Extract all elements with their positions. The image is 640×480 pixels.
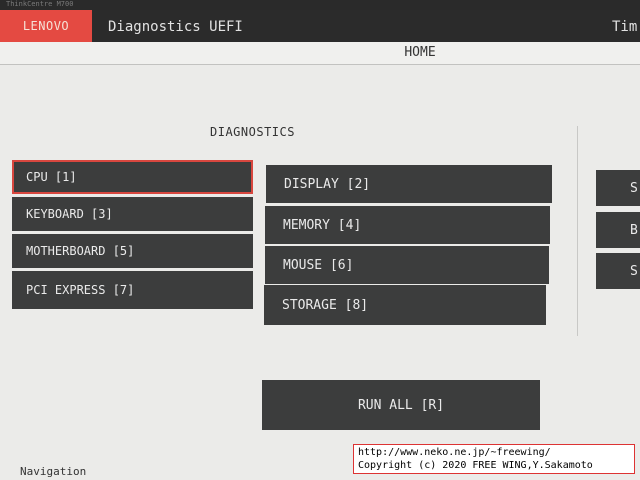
run-all-label: RUN ALL [R] xyxy=(357,397,445,413)
section-title: DIAGNOSTICS xyxy=(210,125,295,139)
top-strip: ThinkCentre M700 xyxy=(0,0,640,10)
run-all-button[interactable]: RUN ALL [R] xyxy=(262,380,540,430)
mouse-button[interactable]: MOUSE [6] xyxy=(265,246,549,284)
pci-express-button-label: PCI EXPRESS [7] xyxy=(26,283,135,297)
cpu-button[interactable]: CPU [1] xyxy=(12,160,253,194)
watermark-copyright: Copyright (c) 2020 FREE WING,Y.Sakamoto xyxy=(358,460,593,471)
display-button[interactable]: DISPLAY [2] xyxy=(266,165,552,203)
mouse-button-label: MOUSE [6] xyxy=(283,257,354,273)
keyboard-button[interactable]: KEYBOARD [3] xyxy=(12,197,253,231)
side-button-1[interactable]: S xyxy=(596,170,640,206)
page-title: HOME xyxy=(404,45,436,60)
display-button-label: DISPLAY [2] xyxy=(284,176,371,192)
header-divider xyxy=(0,64,640,65)
navigation-hint: Navigation xyxy=(20,465,87,478)
side-button-3-label: S xyxy=(630,263,638,279)
storage-button-label: STORAGE [8] xyxy=(282,297,369,313)
motherboard-button-label: MOTHERBOARD [5] xyxy=(26,244,135,258)
subheader xyxy=(0,42,640,64)
keyboard-button-label: KEYBOARD [3] xyxy=(26,207,113,221)
cpu-button-label: CPU [1] xyxy=(26,170,77,184)
side-button-2-label: B xyxy=(630,222,638,238)
header-right-label: Tim xyxy=(612,19,638,35)
motherboard-button[interactable]: MOTHERBOARD [5] xyxy=(12,234,253,268)
brand-logo: LENOVO xyxy=(0,10,92,42)
app-title: Diagnostics UEFI xyxy=(108,19,243,35)
side-button-1-label: S xyxy=(630,180,638,196)
pci-express-button[interactable]: PCI EXPRESS [7] xyxy=(12,271,253,309)
side-button-2[interactable]: B xyxy=(596,212,640,248)
column-divider xyxy=(577,126,578,336)
storage-button[interactable]: STORAGE [8] xyxy=(264,285,546,325)
memory-button-label: MEMORY [4] xyxy=(283,217,362,233)
side-button-3[interactable]: S xyxy=(596,253,640,289)
memory-button[interactable]: MEMORY [4] xyxy=(265,206,550,244)
watermark-url: http://www.neko.ne.jp/~freewing/ xyxy=(358,447,551,458)
strip-text: ThinkCentre M700 xyxy=(6,0,74,8)
header-bar xyxy=(0,10,640,42)
copyright-watermark: http://www.neko.ne.jp/~freewing/ Copyrig… xyxy=(353,444,635,474)
